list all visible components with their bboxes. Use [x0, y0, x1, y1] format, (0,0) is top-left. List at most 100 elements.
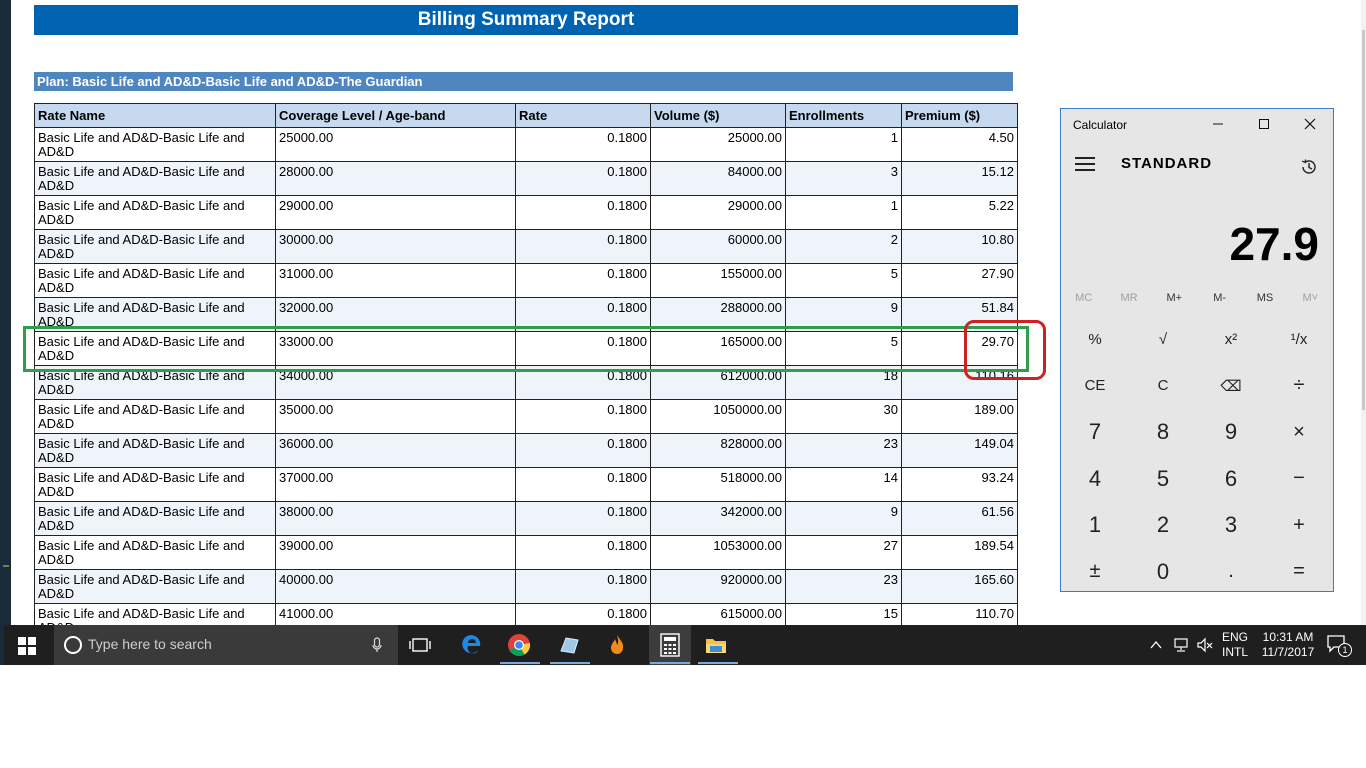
coverage-cell: 39000.00 — [275, 535, 516, 570]
table-row: Basic Life and AD&D-Basic Life and AD&D 3… — [34, 501, 1018, 536]
add-button[interactable]: + — [1265, 502, 1333, 549]
digit-5-button[interactable]: 5 — [1129, 456, 1197, 503]
calculator-window: Calculator STANDARD 27.9 MC MR M+ M- MS … — [1060, 108, 1334, 592]
digit-2-button[interactable]: 2 — [1129, 502, 1197, 549]
digit-1-button[interactable]: 1 — [1061, 502, 1129, 549]
percent-button[interactable]: % — [1061, 316, 1129, 363]
column-header-coverage: Coverage Level / Age-band — [275, 103, 516, 128]
digit-0-button[interactable]: 0 — [1129, 549, 1197, 596]
rate-cell: 0.1800 — [515, 399, 651, 434]
digit-8-button[interactable]: 8 — [1129, 409, 1197, 456]
digit-9-button[interactable]: 9 — [1197, 409, 1265, 456]
table-row: Basic Life and AD&D-Basic Life and AD&D 2… — [34, 127, 1018, 162]
digit-7-button[interactable]: 7 — [1061, 409, 1129, 456]
memory-subtract-button[interactable]: M- — [1197, 292, 1242, 312]
digit-6-button[interactable]: 6 — [1197, 456, 1265, 503]
clock[interactable]: 10:31 AM 11/7/2017 — [1258, 630, 1318, 670]
calculator-running-indicator — [650, 662, 690, 664]
rate-name-cell: Basic Life and AD&D-Basic Life and AD&D — [34, 535, 276, 570]
memory-list-button[interactable]: M˅ — [1288, 292, 1333, 312]
keyboard-layout: INTL — [1221, 645, 1248, 659]
input-language[interactable]: ENG INTL — [1220, 630, 1250, 670]
network-icon[interactable] — [1172, 637, 1190, 653]
calculator-display: 27.9 — [1229, 218, 1319, 270]
enrollments-cell: 14 — [785, 467, 902, 502]
rate-cell: 0.1800 — [515, 229, 651, 264]
page-scrollbar-thumb[interactable] — [1362, 30, 1365, 410]
backspace-button[interactable]: ⌫ — [1197, 363, 1265, 410]
volume-cell: 828000.00 — [650, 433, 786, 468]
rate-name-cell: Basic Life and AD&D-Basic Life and AD&D — [34, 127, 276, 162]
enrollments-cell: 23 — [785, 569, 902, 604]
clear-entry-button[interactable]: CE — [1061, 363, 1129, 410]
memory-add-button[interactable]: M+ — [1152, 292, 1197, 312]
rate-name-cell: Basic Life and AD&D-Basic Life and AD&D — [34, 229, 276, 264]
calculator-keypad: % √ x² ¹/x CE C ⌫ ÷ 7 8 9 × 4 5 6− 1 2 3 + ±0. = — [1061, 316, 1333, 595]
edge-browser-icon[interactable] — [460, 633, 484, 657]
rate-cell: 0.1800 — [515, 467, 651, 502]
memory-store-button[interactable]: MS — [1242, 292, 1287, 312]
volume-cell: 25000.00 — [650, 127, 786, 162]
table-row: Basic Life and AD&D-Basic Life and AD&D4… — [34, 569, 1018, 604]
digit-4-button[interactable]: 4 — [1061, 456, 1129, 503]
premium-cell: 15.12 — [901, 161, 1018, 196]
rate-name-cell: Basic Life and AD&D-Basic Life and AD&D — [34, 161, 276, 196]
notification-count-badge: 1 — [1338, 643, 1352, 657]
reciprocal-button[interactable]: ¹/x — [1265, 316, 1333, 363]
action-center-button[interactable]: 1 — [1326, 633, 1352, 657]
maximize-icon — [1259, 119, 1269, 129]
premium-cell: 189.54 — [901, 535, 1018, 570]
multiply-button[interactable]: × — [1265, 409, 1333, 456]
microphone-icon[interactable] — [372, 637, 382, 653]
digit-3-button[interactable]: 3 — [1197, 502, 1265, 549]
table-row: Basic Life and AD&D-Basic Life and AD&D 3… — [34, 263, 1018, 298]
divide-button[interactable]: ÷ — [1265, 363, 1333, 410]
calculator-app-icon — [660, 633, 680, 657]
history-icon[interactable] — [1299, 157, 1319, 177]
maximize-button[interactable] — [1249, 113, 1279, 137]
negate-button[interactable]: ± — [1061, 549, 1129, 596]
premium-cell: 93.24 — [901, 467, 1018, 502]
square-root-button[interactable]: √ — [1129, 316, 1197, 363]
column-header-premium: Premium ($) — [901, 103, 1018, 128]
chrome-running-indicator — [500, 662, 540, 664]
enrollments-cell: 1 — [785, 127, 902, 162]
cortana-icon — [64, 636, 82, 654]
clock-time: 10:31 AM — [1262, 630, 1314, 644]
column-header-volume: Volume ($) — [650, 103, 786, 128]
subtract-button[interactable]: − — [1265, 456, 1333, 503]
volume-cell: 920000.00 — [650, 569, 786, 604]
premium-cell: 149.04 — [901, 433, 1018, 468]
close-button[interactable] — [1295, 113, 1325, 137]
coverage-cell: 38000.00 — [275, 501, 516, 536]
volume-cell: 342000.00 — [650, 501, 786, 536]
calculator-taskbar-button[interactable] — [649, 625, 691, 665]
rate-cell: 0.1800 — [515, 501, 651, 536]
chrome-browser-icon[interactable] — [507, 633, 531, 657]
enrollments-cell: 3 — [785, 161, 902, 196]
column-header-rate-name: Rate Name — [34, 103, 276, 128]
windows-start-icon[interactable] — [18, 637, 36, 655]
remote-app-icon[interactable] — [557, 633, 581, 657]
highlight-row-annotation — [23, 326, 1029, 372]
volume-cell: 29000.00 — [650, 195, 786, 230]
close-icon — [1304, 118, 1316, 130]
volume-muted-icon[interactable] — [1196, 637, 1214, 653]
flame-app-icon[interactable] — [605, 633, 629, 657]
coverage-cell: 40000.00 — [275, 569, 516, 604]
memory-clear-button[interactable]: MC — [1061, 292, 1106, 312]
chevron-up-icon[interactable] — [1150, 639, 1162, 651]
calculator-titlebar[interactable]: Calculator — [1061, 109, 1333, 141]
file-explorer-icon[interactable] — [704, 633, 728, 657]
decimal-button[interactable]: . — [1197, 549, 1265, 596]
square-button[interactable]: x² — [1197, 316, 1265, 363]
hamburger-menu-icon[interactable] — [1075, 157, 1095, 171]
equals-button[interactable]: = — [1265, 549, 1333, 596]
task-view-icon[interactable] — [408, 633, 432, 657]
clear-button[interactable]: C — [1129, 363, 1197, 410]
memory-recall-button[interactable]: MR — [1106, 292, 1151, 312]
premium-cell: 27.90 — [901, 263, 1018, 298]
coverage-cell: 37000.00 — [275, 467, 516, 502]
minimize-button[interactable] — [1203, 113, 1233, 137]
taskbar-search-box[interactable]: Type here to search — [54, 625, 398, 665]
